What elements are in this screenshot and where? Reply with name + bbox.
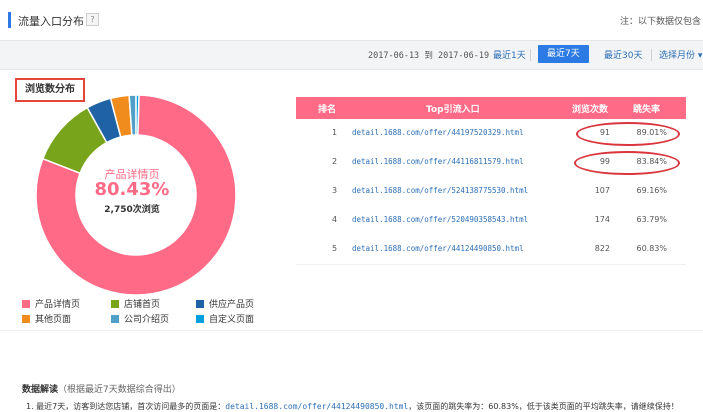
legend-label: 供应产品页 <box>209 300 255 310</box>
row-views: 107 <box>594 186 610 195</box>
legend-swatch <box>111 314 119 323</box>
table-header: 排名 Top引流入口 浏览次数 跳失率 <box>296 97 686 119</box>
filter-last-30-days-button[interactable]: 最近30天 <box>604 48 642 61</box>
donut-center-views: 2,750次浏览 <box>104 205 160 215</box>
row-bounce: 60.83% <box>636 244 667 253</box>
interpretation-prefix: 1. 最近7天，访客到达您店铺，首次访问最多的页面是： <box>26 402 226 411</box>
filter-last-1-day-button[interactable]: 最近1天 <box>493 48 526 61</box>
section-title: 流量入口分布 <box>18 15 84 28</box>
legend-label: 产品详情页 <box>35 300 81 310</box>
legend-swatch <box>196 299 204 308</box>
row-views: 174 <box>594 215 610 224</box>
header-rank: 排名 <box>318 105 337 115</box>
interpretation-suffix: ，该页面的跳失率为：60.83%，低于该类页面的平均跳失率，请继续保持！ <box>408 402 679 411</box>
row-rank: 4 <box>332 215 338 224</box>
row-link[interactable]: detail.1688.com/offer/520490358543.html <box>352 215 528 224</box>
interpretation-heading: 数据解读 <box>22 385 59 395</box>
table-row: 5 detail.1688.com/offer/44124490850.html… <box>296 235 686 265</box>
header-views: 浏览次数 <box>572 105 609 115</box>
date-range: 2017-06-13 到 2017-06-19 <box>368 49 489 61</box>
legend-item[interactable]: 其他页面 <box>22 312 71 325</box>
row-link[interactable]: detail.1688.com/offer/44124490850.html <box>352 244 524 253</box>
row-link[interactable]: detail.1688.com/offer/44116811579.html <box>352 157 524 166</box>
highlight-oval <box>576 122 680 146</box>
legend-item[interactable]: 自定义页面 <box>196 312 254 325</box>
select-month-dropdown[interactable]: 选择月份 ▾ <box>659 48 702 61</box>
header-entry: Top引流入口 <box>426 105 480 115</box>
data-note: 注：以下数据仅包含 <box>619 17 701 27</box>
date-filter-bar: 2017-06-13 到 2017-06-19 最近1天 最近7天 最近30天 … <box>0 41 703 70</box>
legend-swatch <box>22 314 30 323</box>
legend-swatch <box>196 314 204 323</box>
interpretation-panel <box>0 330 703 412</box>
donut-slice[interactable] <box>135 94 140 136</box>
title-accent-bar <box>8 12 11 28</box>
table-row: 3 detail.1688.com/offer/524138775530.htm… <box>296 177 686 207</box>
row-link[interactable]: detail.1688.com/offer/524138775530.html <box>352 186 528 195</box>
interpretation-subtitle: （根据最近7天数据综合得出） <box>58 385 181 395</box>
date-separator: 到 <box>424 51 433 61</box>
row-bounce: 63.79% <box>636 215 667 224</box>
filter-last-7-days-button[interactable]: 最近7天 <box>538 45 589 63</box>
legend-item[interactable]: 店铺首页 <box>111 297 160 310</box>
legend-label: 公司介绍页 <box>124 315 170 325</box>
row-rank: 1 <box>332 128 338 137</box>
divider <box>530 49 531 61</box>
divider <box>651 49 652 61</box>
legend-label: 其他页面 <box>35 315 72 325</box>
donut-center-percent: 80.43% <box>94 179 170 200</box>
header-bounce: 跳失率 <box>633 105 661 115</box>
row-link[interactable]: detail.1688.com/offer/44197520329.html <box>352 128 524 137</box>
legend-swatch <box>22 299 30 308</box>
highlight-oval <box>574 151 680 175</box>
interpretation-title: 数据解读（根据最近7天数据综合得出） <box>22 382 181 395</box>
legend-item[interactable]: 产品详情页 <box>22 297 80 310</box>
row-rank: 3 <box>332 186 338 195</box>
interpretation-link[interactable]: detail.1688.com/offer/44124490850.html <box>225 402 408 411</box>
row-rank: 5 <box>332 244 338 253</box>
legend-item[interactable]: 公司介绍页 <box>111 312 169 325</box>
legend-label: 自定义页面 <box>209 315 255 325</box>
section-header: 流量入口分布 ? 注：以下数据仅包含 <box>0 0 703 41</box>
date-to: 2017-06-19 <box>437 51 490 61</box>
table-row: 4 detail.1688.com/offer/520490358543.htm… <box>296 206 686 236</box>
interpretation-line: 1. 最近7天，访客到达您店铺，首次访问最多的页面是：detail.1688.c… <box>26 401 679 412</box>
row-views: 822 <box>594 244 610 253</box>
date-from: 2017-06-13 <box>368 51 420 61</box>
legend-label: 店铺首页 <box>124 300 161 310</box>
row-bounce: 69.16% <box>636 186 667 195</box>
help-icon[interactable]: ? <box>86 13 99 26</box>
legend-swatch <box>111 299 119 308</box>
row-rank: 2 <box>332 157 338 166</box>
legend-item[interactable]: 供应产品页 <box>196 297 254 310</box>
